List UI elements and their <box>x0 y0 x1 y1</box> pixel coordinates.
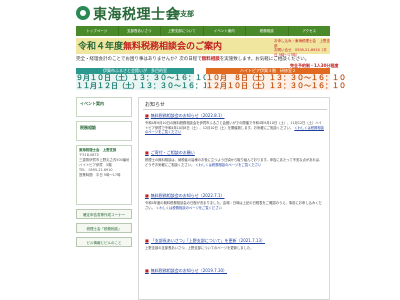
sidebar-heading-events: イベント案内 <box>80 101 104 106</box>
news-item: ■ 「支部長あいさつ」「上野支部について」を更新（2021.7.13） 上野支部の… <box>145 238 325 251</box>
banner-contact-line: お申し込み・東海税理士会 上野支部 <box>274 39 330 48</box>
schedule-venue-2: ハイトピア伊賀３階 研修室２ １０月 ８日（土）１３：３０～１６：１０ １２月１… <box>206 68 346 90</box>
banner-note: 完全・経理会計のことでお困り事はありませんか？次の日程で無料相談を実施致します。… <box>76 56 330 62</box>
link-button-info[interactable]: ビル情報とビルのこと <box>76 237 132 247</box>
consultation-banner[interactable]: 令和４年度無料税務相談会のご案内 お申し込み・東海税理士会 上野支部 お問い合せ… <box>76 38 330 57</box>
note-text: 完全・経理会計のことでお困り事はありませんか？次の日程で <box>76 57 202 62</box>
note-text-after: を実施致します。お気軽にご相談ください。 <box>219 57 310 62</box>
nav-item-access[interactable]: アクセス <box>289 26 331 36</box>
global-nav: トップページ 支部長あいさつ 上野支部について イベント案内 税務相談 アクセス <box>76 26 330 36</box>
sidebar: イベント案内 税務相談 東海税理士会 上野支部 〒518-0873 三重県伊賀市… <box>76 97 132 247</box>
news-item: ■ 無料税務相談会のお知らせ（2019.7.30） <box>145 268 325 274</box>
news-item-body: 上野支部の支部長あいさつ、上野支部についてのページを更新しました。 <box>145 246 325 251</box>
nav-item-top[interactable]: トップページ <box>76 26 119 36</box>
news-item-title-text: ご寄付・ご相談のお願い <box>150 150 195 155</box>
news-item-body: 令和4年9月10日の無料税務相談会を伊賀市ふるさと会館いがでの開催で令和4年9月… <box>145 121 325 135</box>
banner-year: 令和４年度 <box>78 42 124 52</box>
news-item-body: 税理士の無料相談は、納税者の皆様のお役に立つよう日頃から取り組んでおります。申告… <box>145 158 325 167</box>
sidebar-consultation-box[interactable]: 税務相談 <box>76 121 132 141</box>
news-item-title-text: 無料税務相談会のお知らせ（2022.7.1） <box>150 193 225 198</box>
schedule-date: ９月１０日（土）１３：３０～１６：１０ <box>76 74 209 82</box>
branch-name: 上野支部 <box>166 10 194 18</box>
banner-title: 令和４年度無料税務相談会のご案内 <box>78 39 222 52</box>
banner-title-text: 無料税務相談会のご案内 <box>123 42 223 52</box>
news-heading: お知らせ <box>145 102 165 108</box>
sidebar-heading-consultation: 税務相談 <box>80 125 96 130</box>
news-item-body-text: 上野支部の支部長あいさつ、上野支部についてのページを更新しました。 <box>145 246 254 250</box>
nav-item-about[interactable]: 上野支部について <box>161 26 204 36</box>
news-item-title[interactable]: ■ 無料税務相談会のお知らせ（2022.8.1） <box>145 113 325 119</box>
bullet-icon: ■ <box>145 268 149 273</box>
sidebar-events-box[interactable]: イベント案内 <box>76 97 132 117</box>
news-item-title-text: 「支部長あいさつ」「上野支部について」を更新（2021.7.13） <box>150 238 266 243</box>
address-box: 東海税理士会 上野支部 〒518-0873 三重県伊賀市上野丸之内500番地 ハ… <box>76 145 132 205</box>
nav-item-consultation[interactable]: 税務相談 <box>246 26 289 36</box>
bullet-icon: ■ <box>145 150 149 155</box>
news-panel: お知らせ ■ 無料税務相談会のお知らせ（2022.8.1） 令和4年9月10日の無… <box>138 97 330 300</box>
divider <box>143 109 327 110</box>
news-item-title[interactable]: ■ 無料税務相談会のお知らせ（2019.7.30） <box>145 268 325 274</box>
news-item-title-text: 無料税務相談会のお知らせ（2022.8.1） <box>150 113 225 118</box>
news-item-title[interactable]: ■ 「支部長あいさつ」「上野支部について」を更新（2021.7.13） <box>145 238 325 244</box>
schedule-date: １２月１０日（土）１３：３０～１６：１０ <box>206 82 346 90</box>
news-item-title[interactable]: ■ 無料税務相談会のお知らせ（2022.7.1） <box>145 193 325 199</box>
schedule-venue-1: 伊賀市ふるさと会館いが 多目的室 ９月１０日（土）１３：３０～１６：１０ １１月… <box>76 68 216 90</box>
news-item-title-text: 無料税務相談会のお知らせ（2019.7.30） <box>150 268 228 273</box>
news-item-title[interactable]: ■ ご寄付・ご相談のお願い <box>145 150 325 156</box>
news-item-link[interactable]: くわしくは税務相談のページをご覧ください <box>156 206 222 210</box>
news-item-body: 令和4年度の無料税務相談会の日程が決まりました。会場・日時は上記の日程表をご確認… <box>145 201 325 210</box>
schedule-date: １０月 ８日（土）１３：３０～１６：１０ <box>206 74 346 82</box>
news-item-link[interactable]: くわしくは税務相談のページをご覧ください <box>195 163 261 167</box>
bullet-icon: ■ <box>145 238 149 243</box>
bullet-icon: ■ <box>145 193 149 198</box>
nav-item-greeting[interactable]: 支部長あいさつ <box>119 26 161 36</box>
news-item: ■ ご寄付・ご相談のお願い 税理士の無料相談は、納税者の皆様のお役に立つよう日頃か… <box>145 150 325 167</box>
schedule-date: １１月１２日（土）１３：３０～１６：１０ <box>76 82 216 90</box>
bullet-icon: ■ <box>145 113 149 118</box>
address-hours: 営業時間 平日 9時～17時 <box>79 173 121 177</box>
link-button-etax[interactable]: 確定申告書等作成コーナー <box>76 209 132 219</box>
link-button-tax-association[interactable]: 税理士会「税務相談」 <box>76 223 132 233</box>
logo-icon <box>76 6 90 20</box>
banner-contact: お申し込み・東海税理士会 上野支部 お問い合せ 0595-21-6910（平日 … <box>274 39 330 57</box>
note-highlight: 無料相談 <box>201 57 220 62</box>
news-item: ■ 無料税務相談会のお知らせ（2022.8.1） 令和4年9月10日の無料税務相談… <box>145 113 325 135</box>
news-item: ■ 無料税務相談会のお知らせ（2022.7.1） 令和4年度の無料税務相談会の日程… <box>145 193 325 210</box>
nav-item-events[interactable]: イベント案内 <box>204 26 246 36</box>
